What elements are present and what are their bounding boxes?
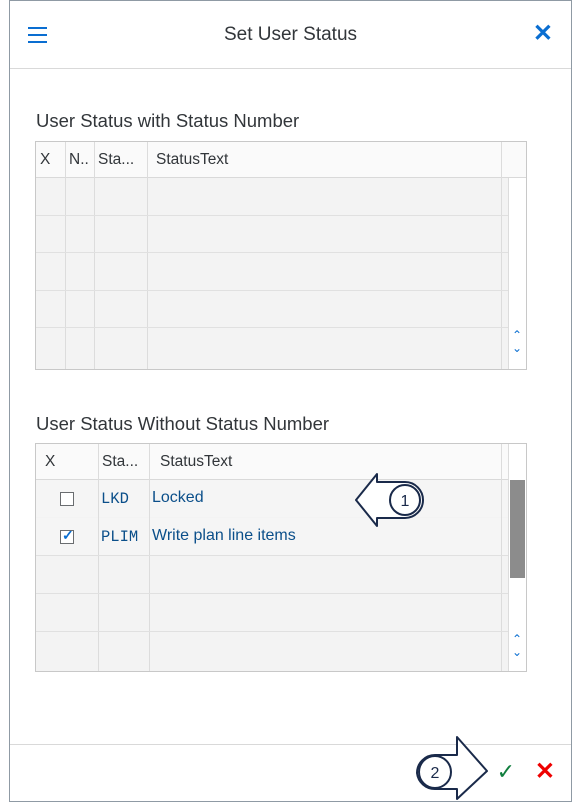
scroll-up-icon[interactable]: ⌃ (510, 633, 524, 645)
row-divider (36, 252, 508, 253)
scroll-down-icon[interactable]: ⌄ (510, 646, 524, 658)
column-divider (501, 444, 502, 671)
dialog-header: Set User Status ✕ (10, 1, 571, 69)
callout-2-arrow-icon: 2 (416, 736, 488, 800)
column-header-x[interactable]: X (45, 453, 55, 471)
set-user-status-dialog: Set User Status ✕ User Status with Statu… (9, 0, 572, 802)
scroll-down-icon[interactable]: ⌄ (510, 342, 524, 354)
table-header: X N.. Sta... StatusText (36, 142, 526, 178)
column-divider (501, 142, 502, 369)
column-divider (149, 444, 150, 671)
row-divider (36, 327, 508, 328)
status-text: Write plan line items (152, 527, 296, 544)
section-title-without-number: User Status Without Status Number (36, 413, 330, 434)
table-without-status-number: X Sta... StatusText LKD Locked ✓ PLIM Wr… (35, 443, 527, 672)
cancel-button[interactable]: ✕ (535, 757, 555, 786)
dialog-footer: 2 ✓ ✕ (10, 736, 571, 801)
row-divider (36, 215, 508, 216)
scrollbar-thumb[interactable] (510, 480, 525, 578)
status-code: LKD (101, 490, 129, 508)
callout-1-number: 1 (401, 493, 410, 510)
callout-2-number: 2 (431, 765, 440, 782)
table-row[interactable]: LKD Locked (36, 480, 508, 517)
column-divider (65, 142, 66, 369)
table-header: X Sta... StatusText (36, 444, 526, 480)
checkmark-icon: ✓ (62, 527, 74, 543)
column-divider (98, 444, 99, 671)
column-header-x[interactable]: X (40, 151, 50, 169)
vertical-scrollbar[interactable]: ⌃ ⌄ (508, 444, 526, 671)
section-title-with-number: User Status with Status Number (36, 110, 300, 131)
table-with-status-number: X N.. Sta... StatusText ⌃ ⌄ (35, 141, 527, 370)
row-divider (36, 631, 508, 632)
table-row[interactable]: ✓ PLIM Write plan line items (36, 518, 508, 555)
dialog-title: Set User Status (223, 24, 358, 45)
close-icon[interactable]: ✕ (533, 21, 553, 47)
row-divider (36, 290, 508, 291)
column-divider (94, 142, 95, 369)
column-header-number[interactable]: N.. (69, 151, 89, 169)
status-code: PLIM (101, 528, 139, 546)
row-checkbox[interactable]: ✓ (60, 527, 74, 544)
column-header-status[interactable]: Sta... (102, 453, 138, 471)
column-divider (147, 142, 148, 369)
row-divider (36, 593, 508, 594)
column-header-statustext[interactable]: StatusText (160, 453, 232, 471)
column-header-status[interactable]: Sta... (98, 151, 134, 169)
confirm-button[interactable]: ✓ (497, 759, 515, 785)
callout-1-arrow-icon: 1 (355, 473, 424, 527)
scroll-up-icon[interactable]: ⌃ (510, 329, 524, 341)
status-text: Locked (152, 489, 204, 506)
row-divider (36, 555, 508, 556)
row-checkbox[interactable] (60, 492, 74, 506)
column-header-statustext[interactable]: StatusText (156, 151, 228, 169)
vertical-scrollbar[interactable]: ⌃ ⌄ (508, 178, 526, 369)
